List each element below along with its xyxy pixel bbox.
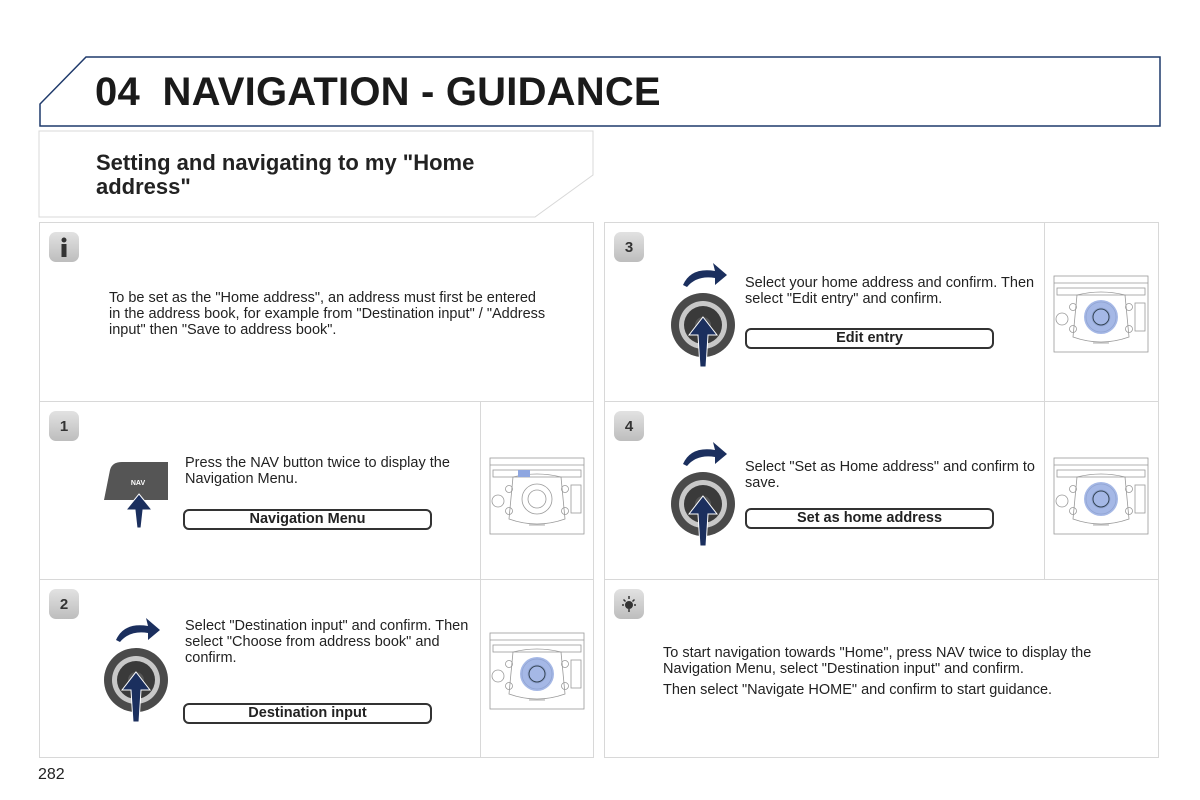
rotary-knob-icon <box>103 617 169 723</box>
menu-label-box: Destination input <box>183 703 432 724</box>
step-2-panel: 2 Select "Destination input" and confirm… <box>39 579 594 758</box>
tip-text: To start navigation towards "Home", pres… <box>663 645 1092 677</box>
console-image <box>480 402 595 579</box>
page-number: 282 <box>38 766 65 783</box>
chapter-number: 04 <box>95 70 140 114</box>
nav-button-icon: NAV <box>104 462 168 529</box>
step-3-panel: 3 Select your home address and confirm. … <box>604 222 1159 402</box>
lightbulb-icon <box>614 589 644 619</box>
console-image <box>1044 223 1160 401</box>
step-text: Select "Destination input" and confirm. … <box>185 618 469 666</box>
step-number-badge: 1 <box>49 411 79 441</box>
menu-label-box: Set as home address <box>745 508 994 529</box>
info-icon <box>49 232 79 262</box>
step-text: Press the NAV button twice to display th… <box>185 455 450 487</box>
rotary-knob-icon <box>670 441 736 547</box>
step-number-badge: 3 <box>614 232 644 262</box>
console-image <box>1044 402 1160 579</box>
step-number-badge: 2 <box>49 589 79 619</box>
tip-text-2: Then select "Navigate HOME" and confirm … <box>663 682 1053 698</box>
page-title: 04 NAVIGATION - GUIDANCE <box>95 70 661 115</box>
step-1-panel: 1 NAV Press the NAV button twice to disp… <box>39 401 594 580</box>
rotary-knob-icon <box>670 262 736 368</box>
chapter-title: NAVIGATION - GUIDANCE <box>162 70 661 114</box>
info-text: To be set as the "Home address", an addr… <box>109 290 546 338</box>
section-title: Setting and navigating to my "Home addre… <box>96 150 475 199</box>
step-text: Select your home address and confirm. Th… <box>745 275 1035 307</box>
console-image <box>480 580 595 757</box>
menu-label-box: Navigation Menu <box>183 509 432 530</box>
step-4-panel: 4 Select "Set as Home address" and confi… <box>604 401 1159 580</box>
menu-label-box: Edit entry <box>745 328 994 349</box>
info-panel: To be set as the "Home address", an addr… <box>39 222 594 402</box>
nav-label: NAV <box>131 480 146 487</box>
step-text: Select "Set as Home address" and confirm… <box>745 459 1035 491</box>
tip-panel: To start navigation towards "Home", pres… <box>604 579 1159 758</box>
step-number-badge: 4 <box>614 411 644 441</box>
